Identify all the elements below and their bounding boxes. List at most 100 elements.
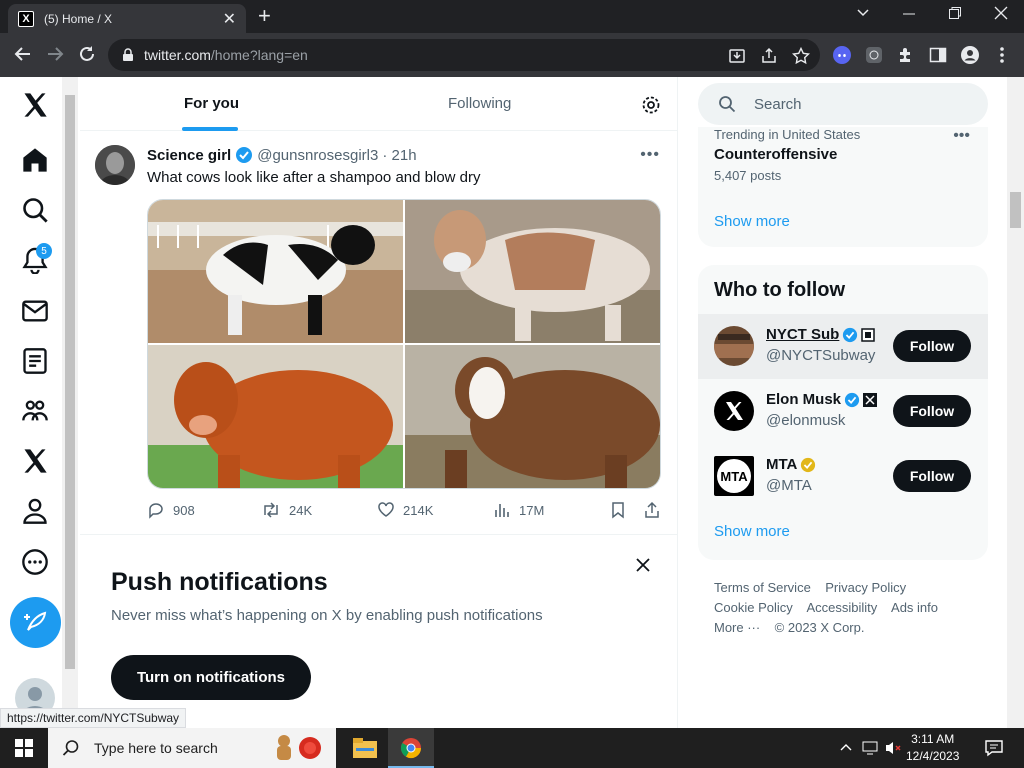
tweet-author-name[interactable]: Science girl — [147, 147, 231, 164]
tweet-author-avatar[interactable] — [95, 145, 135, 185]
x-logo-icon[interactable] — [21, 91, 49, 119]
follow-suggestion[interactable]: MTA MTA @MTA Follow — [698, 444, 988, 509]
verified-badge-icon[interactable] — [235, 146, 253, 164]
privacy-link[interactable]: Privacy Policy — [825, 580, 906, 595]
discord-extension-icon[interactable] — [832, 45, 852, 65]
turn-on-notifications-button[interactable]: Turn on notifications — [111, 655, 311, 700]
reply-icon — [149, 503, 163, 519]
chrome-icon — [400, 738, 422, 759]
trends-show-more-link[interactable]: Show more — [714, 213, 790, 230]
system-clock[interactable]: 3:11 AM 12/4/2023 — [906, 731, 959, 765]
reply-count: 908 — [173, 502, 195, 518]
follow-button[interactable]: Follow — [893, 395, 971, 427]
page-scrollbar[interactable] — [1007, 77, 1024, 728]
nyct-avatar[interactable] — [714, 326, 754, 366]
bookmark-star-icon[interactable] — [792, 47, 810, 65]
tweet-author-handle[interactable]: @gunsnrosesgirl3 — [257, 147, 378, 164]
follow-button[interactable]: Follow — [893, 460, 971, 492]
side-panel-icon[interactable] — [928, 45, 948, 65]
svg-text:MTA: MTA — [720, 469, 748, 484]
new-tab-button[interactable]: + — [258, 5, 271, 27]
lists-icon[interactable] — [21, 347, 49, 375]
trend-more-icon[interactable]: ••• — [953, 127, 970, 145]
notification-center-icon[interactable] — [984, 739, 1004, 757]
views-button[interactable]: 17M — [493, 501, 544, 519]
show-hidden-icons-chevron-icon[interactable] — [840, 742, 852, 752]
extensions-puzzle-icon[interactable] — [896, 45, 916, 65]
explore-search-icon[interactable] — [21, 196, 49, 224]
tab-search-icon[interactable] — [856, 6, 870, 20]
tweet-media-grid[interactable] — [147, 199, 661, 489]
tweet-more-icon[interactable]: ••• — [640, 146, 660, 164]
share-post-icon[interactable] — [643, 501, 661, 519]
follow-suggestion[interactable]: Elon Musk @elonmusk Follow — [698, 379, 988, 444]
repost-button[interactable]: 24K — [261, 501, 312, 519]
file-explorer-taskbar-button[interactable] — [345, 728, 385, 768]
close-window-button[interactable] — [994, 6, 1008, 20]
browser-tab[interactable]: X (5) Home / X ✕ — [8, 4, 246, 33]
follow-button[interactable]: Follow — [893, 330, 971, 362]
search-input[interactable]: Search — [698, 83, 988, 125]
tab-following[interactable]: Following — [448, 95, 511, 112]
tweet-photo[interactable] — [405, 345, 660, 488]
suggestion-name[interactable]: Elon Musk — [766, 391, 841, 408]
author-photo-icon — [95, 145, 135, 185]
follow-suggestion[interactable]: NYCT Sub @NYCTSubway Follow — [698, 314, 988, 379]
more-options-icon[interactable] — [21, 548, 49, 576]
extension-icon[interactable] — [864, 45, 884, 65]
trend-name[interactable]: Counteroffensive — [714, 146, 837, 163]
profile-icon[interactable] — [21, 497, 49, 525]
trend-post-count: 5,407 posts — [714, 168, 782, 183]
nav-scrollbar[interactable] — [62, 77, 78, 728]
bookmark-icon[interactable] — [609, 501, 627, 519]
page-scrollbar-thumb[interactable] — [1010, 192, 1021, 228]
trends-card: Trending in United States ••• Counteroff… — [698, 127, 988, 247]
tweet-photo[interactable] — [148, 345, 403, 488]
like-count: 214K — [403, 502, 434, 518]
link-status-bubble: https://twitter.com/NYCTSubway — [0, 708, 187, 728]
reply-button[interactable]: 908 — [147, 501, 195, 519]
close-prompt-icon[interactable] — [635, 557, 651, 573]
tweet-photo[interactable] — [148, 200, 403, 343]
home-icon[interactable] — [21, 146, 49, 174]
accessibility-link[interactable]: Accessibility — [807, 600, 878, 615]
mta-avatar[interactable]: MTA — [714, 456, 754, 496]
ads-info-link[interactable]: Ads info — [891, 600, 938, 615]
back-button[interactable] — [14, 45, 32, 63]
suggestion-name[interactable]: MTA — [766, 456, 797, 473]
reload-button[interactable] — [78, 45, 96, 63]
forward-button[interactable] — [46, 45, 64, 63]
compose-post-button[interactable] — [10, 597, 61, 648]
restore-button[interactable] — [948, 6, 962, 20]
tab-for-you[interactable]: For you — [184, 95, 239, 112]
communities-icon[interactable] — [21, 397, 49, 425]
share-icon[interactable] — [760, 47, 778, 65]
volume-muted-icon[interactable] — [884, 740, 902, 756]
network-icon[interactable] — [862, 740, 880, 756]
cookie-link[interactable]: Cookie Policy — [714, 600, 793, 615]
like-button[interactable]: 214K — [377, 501, 433, 519]
messages-envelope-icon[interactable] — [21, 297, 49, 325]
elon-avatar[interactable] — [714, 391, 754, 431]
tab-close-icon[interactable]: ✕ — [223, 9, 236, 29]
minimize-button[interactable] — [902, 6, 916, 20]
install-app-icon[interactable] — [728, 47, 746, 65]
terms-link[interactable]: Terms of Service — [714, 580, 811, 595]
tweet-timestamp[interactable]: · 21h — [382, 147, 416, 164]
chrome-taskbar-button[interactable] — [388, 728, 434, 768]
windows-start-icon[interactable] — [15, 739, 33, 757]
lock-icon[interactable] — [122, 48, 134, 62]
browser-menu-icon[interactable] — [994, 45, 1010, 65]
gingerbread-doodle-icon — [277, 735, 321, 760]
premium-x-icon[interactable] — [21, 447, 49, 475]
tweet-photo[interactable] — [405, 200, 660, 343]
tweet[interactable]: Science girl @gunsnrosesgirl3 · 21h ••• … — [80, 132, 678, 532]
timeline-settings-gear-icon[interactable] — [641, 95, 661, 115]
address-bar[interactable]: twitter.com/home?lang=en — [108, 39, 820, 71]
profile-avatar-icon[interactable] — [960, 45, 980, 65]
who-to-follow-show-more-link[interactable]: Show more — [714, 523, 790, 540]
suggestion-name[interactable]: NYCT Sub — [766, 326, 839, 343]
nav-scrollbar-thumb[interactable] — [65, 95, 75, 669]
more-link[interactable]: More ··· — [714, 620, 760, 635]
taskbar-search-input[interactable]: Type here to search — [48, 728, 336, 768]
